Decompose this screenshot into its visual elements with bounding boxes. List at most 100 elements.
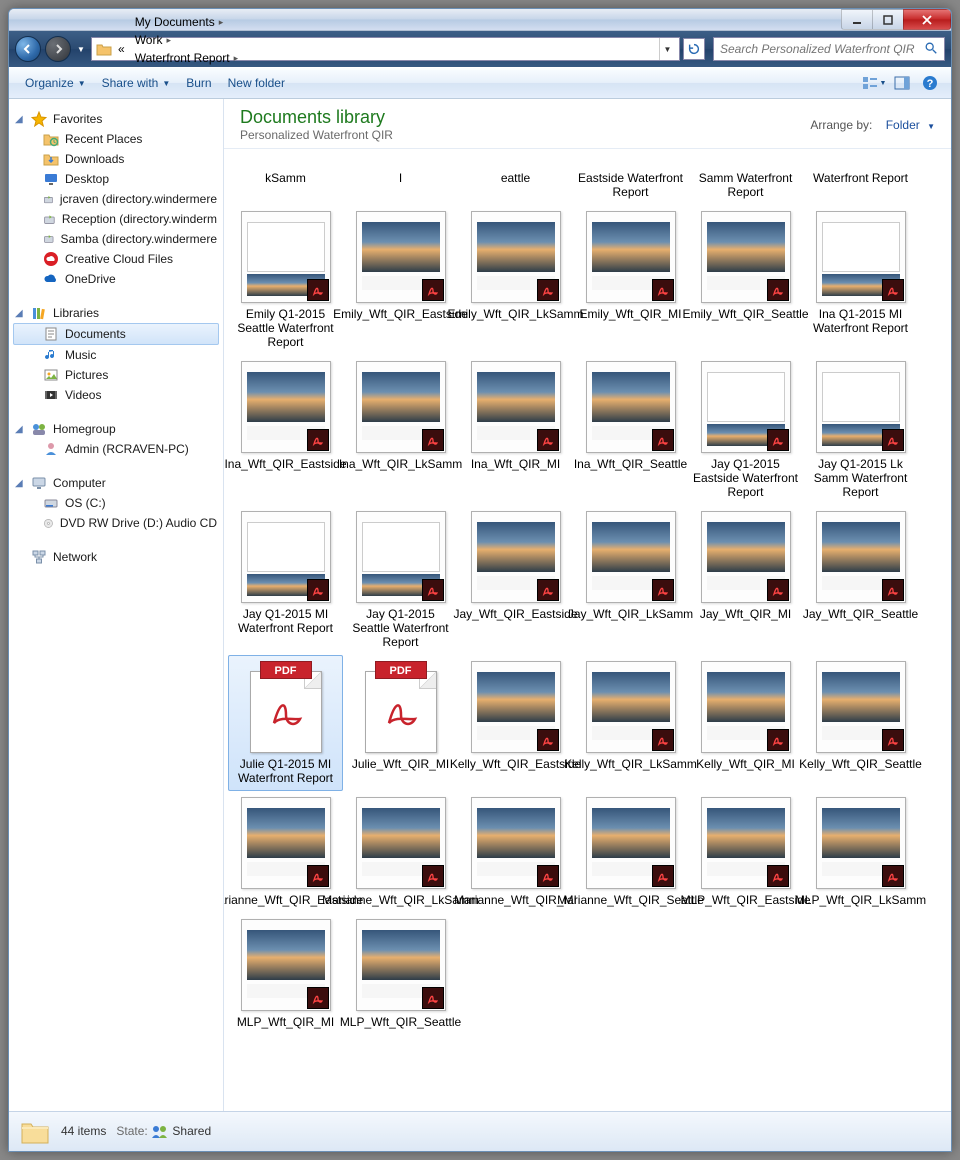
preview-pane-button[interactable] xyxy=(889,72,915,94)
file-thumbnail xyxy=(816,797,906,889)
close-button[interactable] xyxy=(903,9,951,30)
minimize-button[interactable] xyxy=(841,9,873,30)
sidebar-item[interactable]: Downloads xyxy=(13,149,219,169)
file-item[interactable]: Kelly_Wft_QIR_Seattle xyxy=(803,655,918,791)
file-item[interactable]: Jay Q1-2015 MI Waterfront Report xyxy=(228,505,343,655)
crumb[interactable]: My Documents▸ xyxy=(131,13,300,31)
acrobat-badge-icon xyxy=(767,729,789,751)
file-item[interactable]: Kelly_Wft_QIR_MI xyxy=(688,655,803,791)
file-item-header[interactable]: Waterfront Report xyxy=(803,151,918,205)
file-item[interactable]: Jay_Wft_QIR_LkSamm xyxy=(573,505,688,655)
breadcrumb-drop[interactable]: ▼ xyxy=(659,38,675,60)
file-item[interactable]: Ina_Wft_QIR_MI xyxy=(458,355,573,505)
share-button[interactable]: Share with ▼ xyxy=(94,72,179,94)
file-name: eattle xyxy=(499,171,532,185)
file-item-header[interactable]: Samm Waterfront Report xyxy=(688,151,803,205)
acrobat-badge-icon xyxy=(422,279,444,301)
file-pane: kSammIeattle Eastside Waterfront ReportSa… xyxy=(224,149,951,1055)
file-item[interactable]: PDFJulie_Wft_QIR_MI xyxy=(343,655,458,791)
file-item[interactable]: Emily_Wft_QIR_LkSamm xyxy=(458,205,573,355)
newfolder-button[interactable]: New folder xyxy=(220,72,293,94)
file-item[interactable]: Marianne_Wft_QIR_Seattle xyxy=(573,791,688,913)
file-item[interactable]: Marianne_Wft_QIR_LkSamm xyxy=(343,791,458,913)
item-icon xyxy=(43,495,59,511)
file-item[interactable]: MLP_Wft_QIR_Eastside xyxy=(688,791,803,913)
favorites-header[interactable]: ◢Favorites xyxy=(13,109,219,129)
file-item[interactable]: Jay Q1-2015 Eastside Waterfront Report xyxy=(688,355,803,505)
crumb-prefix[interactable]: « xyxy=(114,40,129,58)
libraries-header[interactable]: ◢Libraries xyxy=(13,303,219,323)
file-item[interactable]: Ina_Wft_QIR_Seattle xyxy=(573,355,688,505)
file-item[interactable]: Jay Q1-2015 Lk Samm Waterfront Report xyxy=(803,355,918,505)
item-icon xyxy=(43,191,54,207)
file-item[interactable]: Ina_Wft_QIR_Eastside xyxy=(228,355,343,505)
refresh-button[interactable] xyxy=(683,38,705,60)
maximize-button[interactable] xyxy=(872,9,904,30)
sidebar-item[interactable]: OneDrive xyxy=(13,269,219,289)
file-item[interactable]: MLP_Wft_QIR_LkSamm xyxy=(803,791,918,913)
file-item[interactable]: Ina Q1-2015 MI Waterfront Report xyxy=(803,205,918,355)
file-item[interactable]: Ina_Wft_QIR_LkSamm xyxy=(343,355,458,505)
file-item[interactable]: Emily Q1-2015 Seattle Waterfront Report xyxy=(228,205,343,355)
sidebar-item[interactable]: Samba (directory.windermere xyxy=(13,229,219,249)
file-item[interactable]: Emily_Wft_QIR_Seattle xyxy=(688,205,803,355)
file-item[interactable]: Emily_Wft_QIR_MI xyxy=(573,205,688,355)
item-icon xyxy=(43,326,59,342)
file-item-header[interactable]: Eastside Waterfront Report xyxy=(573,151,688,205)
file-thumbnail xyxy=(241,797,331,889)
search-box[interactable] xyxy=(713,37,945,61)
command-bar: Organize ▼ Share with ▼ Burn New folder … xyxy=(9,67,951,99)
file-thumbnail xyxy=(471,211,561,303)
item-label: Desktop xyxy=(65,172,109,186)
file-item-header[interactable]: I xyxy=(343,151,458,205)
file-item[interactable]: Jay_Wft_QIR_Eastside xyxy=(458,505,573,655)
sidebar-item[interactable]: Videos xyxy=(13,385,219,405)
crumb[interactable]: Work▸ xyxy=(131,31,300,49)
help-button[interactable]: ? xyxy=(917,72,943,94)
item-icon xyxy=(43,515,54,531)
file-item[interactable]: Emily_Wft_QIR_Eastside xyxy=(343,205,458,355)
file-item[interactable]: MLP_Wft_QIR_MI xyxy=(228,913,343,1035)
file-name: Ina Q1-2015 MI Waterfront Report xyxy=(805,307,916,335)
breadcrumb-bar[interactable]: « My Documents▸Work▸Waterfront Report▸Pe… xyxy=(91,37,680,61)
acrobat-badge-icon xyxy=(652,729,674,751)
burn-button[interactable]: Burn xyxy=(178,72,219,94)
homegroup-icon xyxy=(31,421,47,437)
file-item[interactable]: MLP_Wft_QIR_Seattle xyxy=(343,913,458,1035)
sidebar-item[interactable]: Reception (directory.winderm xyxy=(13,209,219,229)
file-item[interactable]: Jay Q1-2015 Seattle Waterfront Report xyxy=(343,505,458,655)
back-button[interactable] xyxy=(15,36,41,62)
file-item[interactable]: PDFJulie Q1-2015 MI Waterfront Report xyxy=(228,655,343,791)
network-header[interactable]: ◢Network xyxy=(13,547,219,567)
sidebar-item[interactable]: Pictures xyxy=(13,365,219,385)
sidebar-item[interactable]: DVD RW Drive (D:) Audio CD xyxy=(13,513,219,533)
sidebar-item[interactable]: Recent Places xyxy=(13,129,219,149)
file-name: Ina_Wft_QIR_MI xyxy=(469,457,562,471)
organize-button[interactable]: Organize ▼ xyxy=(17,72,94,94)
computer-header[interactable]: ◢Computer xyxy=(13,473,219,493)
file-item-header[interactable]: eattle xyxy=(458,151,573,205)
homegroup-header[interactable]: ◢Homegroup xyxy=(13,419,219,439)
sidebar-item[interactable]: Admin (RCRAVEN-PC) xyxy=(13,439,219,459)
sidebar-item[interactable]: OS (C:) xyxy=(13,493,219,513)
forward-button[interactable] xyxy=(45,36,71,62)
view-button[interactable]: ▼ xyxy=(861,72,887,94)
file-item[interactable]: Kelly_Wft_QIR_LkSamm xyxy=(573,655,688,791)
item-icon xyxy=(43,441,59,457)
sidebar-item[interactable]: Desktop xyxy=(13,169,219,189)
item-count: 44 items State: Shared xyxy=(61,1124,211,1139)
file-item[interactable]: Jay_Wft_QIR_MI xyxy=(688,505,803,655)
sidebar-item[interactable]: jcraven (directory.windermere xyxy=(13,189,219,209)
history-drop[interactable]: ▼ xyxy=(75,45,87,54)
sidebar-item[interactable]: Creative Cloud Files xyxy=(13,249,219,269)
search-input[interactable] xyxy=(720,42,924,56)
arrange-by[interactable]: Arrange by: Folder ▼ xyxy=(810,118,935,132)
file-item-header[interactable]: kSamm xyxy=(228,151,343,205)
file-pane-scroll[interactable]: kSammIeattle Eastside Waterfront ReportSa… xyxy=(224,149,951,1111)
file-item[interactable]: Kelly_Wft_QIR_Eastside xyxy=(458,655,573,791)
crumb[interactable]: Waterfront Report▸ xyxy=(131,49,300,67)
sidebar-item[interactable]: Music xyxy=(13,345,219,365)
file-item[interactable]: Jay_Wft_QIR_Seattle xyxy=(803,505,918,655)
sidebar-item[interactable]: Documents xyxy=(13,323,219,345)
file-name: MLP_Wft_QIR_Seattle xyxy=(338,1015,463,1029)
